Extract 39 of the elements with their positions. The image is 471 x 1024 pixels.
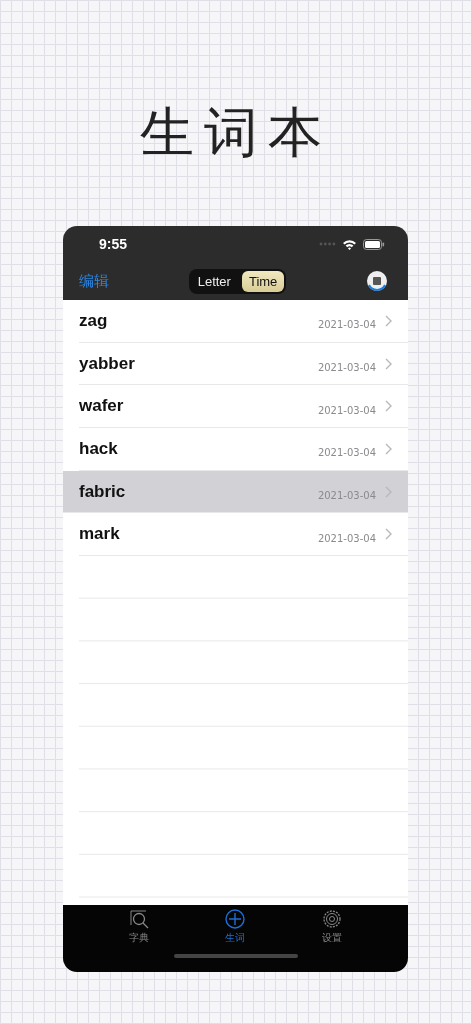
word-label: hack (79, 438, 119, 459)
word-label: fabric (79, 481, 127, 502)
search-icon (129, 909, 150, 929)
chevron-icon (385, 528, 392, 541)
add-icon (225, 909, 246, 929)
date-label: 2021-03-04 (317, 447, 376, 459)
date-label: 2021-03-04 (317, 532, 376, 544)
word-label: zag (79, 310, 109, 331)
chevron-icon (385, 357, 392, 370)
signal-icon (319, 242, 336, 246)
word-label: wafer (79, 396, 125, 417)
chevron-icon (385, 314, 392, 327)
wifi-icon (342, 238, 357, 250)
segment-tab[interactable]: Letter (190, 270, 238, 292)
date-label: 2021-03-04 (317, 362, 376, 374)
tab-bar-item[interactable]: 字典 (119, 905, 160, 945)
status-time: 9:55 (99, 236, 128, 252)
tab-bar-item[interactable]: 生词 (215, 905, 256, 945)
date-label: 2021-03-04 (317, 404, 376, 416)
battery-icon (363, 238, 385, 250)
date-label: 2021-03-04 (317, 319, 376, 331)
chevron-icon (385, 400, 392, 413)
settings-icon (321, 909, 342, 929)
word-label: yabber (79, 353, 136, 374)
page-title: 生词本 (139, 100, 332, 166)
stop-icon[interactable] (366, 270, 388, 292)
word-row[interactable]: hack 2021-03-04 (79, 428, 408, 471)
word-row[interactable]: zag 2021-03-04 (79, 300, 408, 343)
date-label: 2021-03-04 (317, 490, 376, 502)
word-row[interactable]: fabric 2021-03-04 (63, 470, 408, 514)
chevron-icon (385, 442, 392, 455)
word-row[interactable]: yabber 2021-03-04 (79, 342, 408, 386)
edit-button[interactable]: 编辑 (79, 271, 109, 291)
chevron-icon (385, 485, 392, 498)
word-row[interactable]: mark 2021-03-04 (79, 513, 408, 557)
word-row[interactable]: wafer 2021-03-04 (79, 385, 408, 429)
word-label: mark (79, 524, 121, 545)
tab-bar-item[interactable]: 设置 (311, 905, 352, 945)
segment-tab[interactable]: Time (241, 270, 285, 292)
